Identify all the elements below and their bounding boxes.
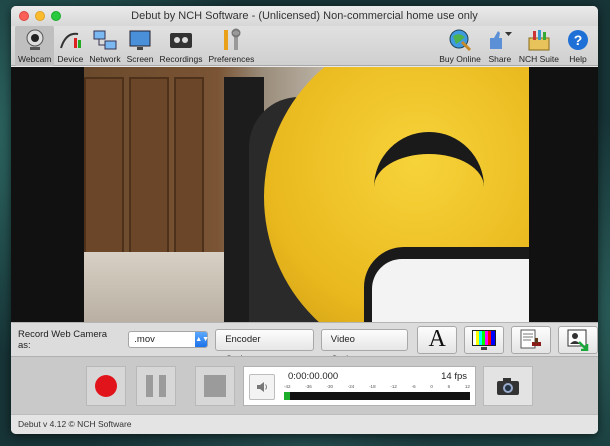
db-tick-label: -24 <box>347 384 355 389</box>
audio-level-meter <box>284 392 470 400</box>
title-bar: Debut by NCH Software - (Unlicensed) Non… <box>11 6 598 26</box>
db-tick-label: -30 <box>326 384 334 389</box>
toolbar-network-button[interactable]: Network <box>86 26 123 66</box>
app-window: Debut by NCH Software - (Unlicensed) Non… <box>11 6 598 434</box>
record-button[interactable] <box>86 366 126 406</box>
camera-feed <box>84 67 529 322</box>
db-tick-label: 6 <box>447 384 451 389</box>
minimize-window-button[interactable] <box>35 11 45 21</box>
document-stamp-icon <box>520 329 542 348</box>
watermark-button[interactable] <box>511 325 552 354</box>
audio-level-fill <box>284 392 290 400</box>
main-toolbar: Webcam Device Network Screen Recordings <box>11 26 598 66</box>
chevron-updown-icon: ▲▼ <box>195 332 209 347</box>
toolbar-webcam-button[interactable]: Webcam <box>15 26 55 66</box>
maximize-window-button[interactable] <box>51 11 61 21</box>
close-window-button[interactable] <box>19 11 29 21</box>
db-tick-label: -12 <box>390 384 397 389</box>
buy-online-icon <box>447 28 473 52</box>
toolbar-help-button[interactable]: ? Help <box>562 26 594 66</box>
toolbar-recordings-button[interactable]: Recordings <box>157 26 206 66</box>
help-icon: ? <box>565 28 591 52</box>
recordings-icon <box>168 28 194 52</box>
db-tick-label: -36 <box>305 384 312 389</box>
preferences-icon <box>218 28 244 52</box>
camera-icon <box>497 378 519 395</box>
db-tick-label: -18 <box>369 384 376 389</box>
record-options-bar: Record Web Camera as: .mov ▲▼ Encoder Op… <box>11 322 598 365</box>
toolbar-buy-online-button[interactable]: Buy Online <box>436 26 484 66</box>
format-select[interactable]: .mov ▲▼ <box>128 331 209 348</box>
db-tick-label: -6 <box>411 384 416 389</box>
snapshot-button[interactable] <box>483 366 533 406</box>
toolbar-preferences-button[interactable]: Preferences <box>206 26 258 66</box>
recording-time: 0:00:00.000 <box>288 371 339 382</box>
record-as-label: Record Web Camera as: <box>18 328 108 351</box>
stop-icon <box>204 375 226 397</box>
record-icon <box>95 375 117 397</box>
stop-button[interactable] <box>195 366 235 406</box>
network-icon <box>92 28 118 52</box>
picture-in-picture-icon <box>567 329 589 351</box>
db-tick-label: 0 <box>430 384 433 389</box>
text-font-icon: A <box>428 326 446 352</box>
text-caption-button[interactable]: A <box>417 325 458 354</box>
webcam-icon <box>22 28 48 52</box>
video-options-button[interactable]: Video Options... <box>320 328 409 365</box>
toolbar-nch-suite-button[interactable]: NCH Suite <box>516 26 562 66</box>
share-icon <box>487 28 513 52</box>
pause-button[interactable] <box>136 366 176 406</box>
speaker-icon <box>257 382 267 392</box>
pause-icon <box>146 375 166 397</box>
encoder-options-button[interactable]: Encoder Options... <box>215 328 314 365</box>
db-tick-label: 12 <box>464 384 470 389</box>
device-icon <box>57 28 83 52</box>
version-text: Debut v 4.12 © NCH Software <box>18 419 132 429</box>
window-title: Debut by NCH Software - (Unlicensed) Non… <box>131 10 478 22</box>
overlay-button[interactable] <box>558 325 598 354</box>
toolbar-share-button[interactable]: Share <box>484 26 516 66</box>
svg-text:?: ? <box>574 32 583 48</box>
recording-status-panel: 0:00:00.000 14 fps -42 -36 -30 -24 -18 -12 -6 0… <box>243 366 476 406</box>
db-tick-label: -42 <box>284 384 291 389</box>
window-controls <box>19 11 61 21</box>
status-bar: Debut v 4.12 © NCH Software <box>11 414 598 434</box>
toolbar-device-button[interactable]: Device <box>54 26 86 66</box>
screen-icon <box>127 28 153 52</box>
volume-button[interactable] <box>249 374 275 400</box>
color-adjust-button[interactable] <box>464 325 505 354</box>
frame-rate: 14 fps <box>441 371 467 382</box>
webcam-preview <box>11 67 598 322</box>
toolbar-screen-button[interactable]: Screen <box>124 26 157 66</box>
color-bars-icon <box>472 329 497 350</box>
level-meter-scale: -42 -36 -30 -24 -18 -12 -6 0 6 12 <box>284 384 470 389</box>
transport-bar: 0:00:00.000 14 fps -42 -36 -30 -24 -18 -12 -6 0… <box>11 356 598 414</box>
nch-suite-icon <box>526 28 552 52</box>
